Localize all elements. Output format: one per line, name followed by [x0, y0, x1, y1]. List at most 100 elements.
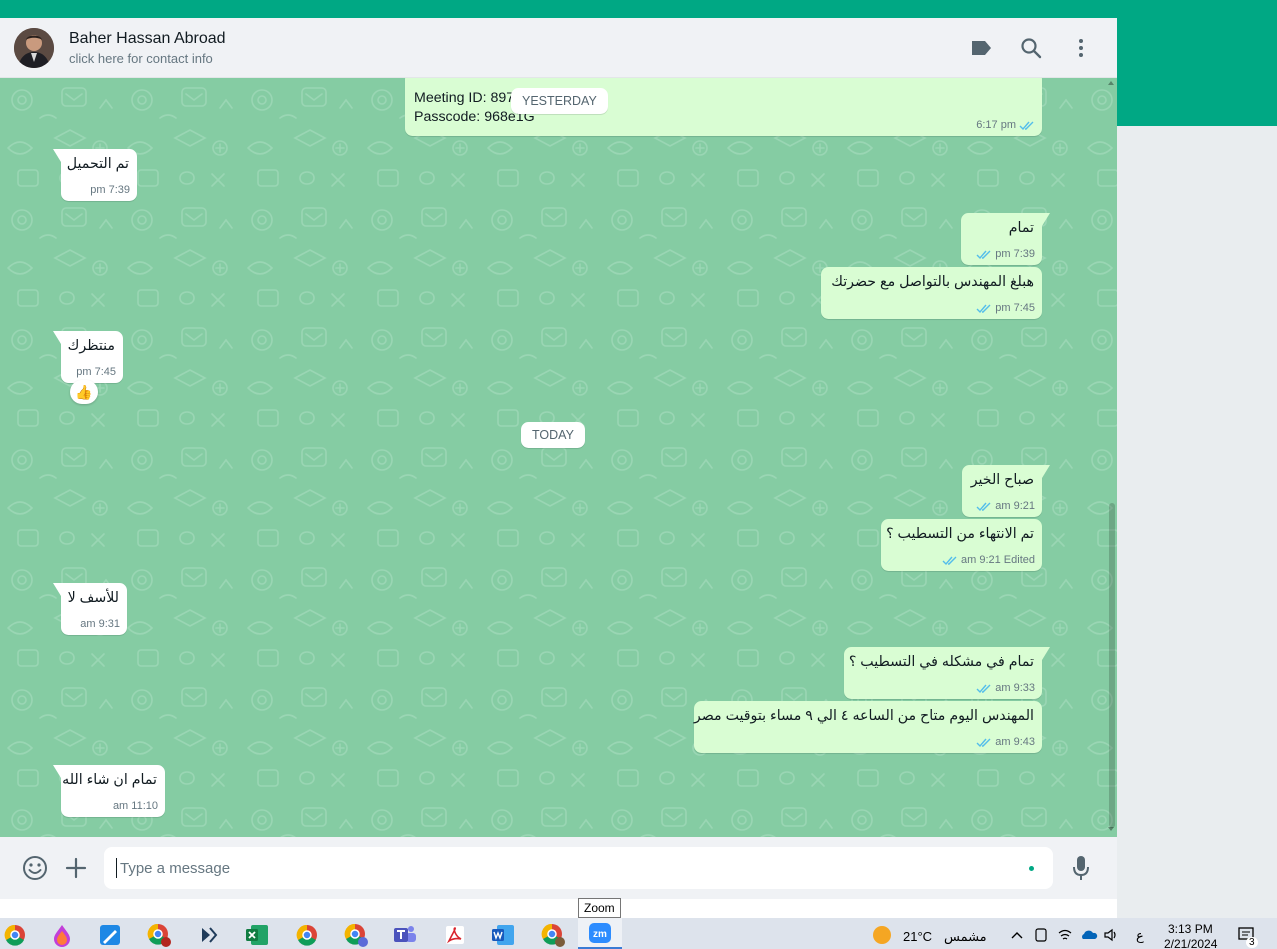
attach-plus-icon[interactable] — [63, 855, 89, 881]
message-time: 11:10 am — [112, 800, 158, 812]
wifi-icon[interactable] — [1052, 922, 1078, 948]
weather-label[interactable]: مشمس — [944, 929, 987, 945]
message-time: 9:33 am — [995, 682, 1035, 694]
word-icon[interactable] — [490, 922, 516, 948]
search-icon[interactable] — [1019, 36, 1043, 60]
message-meta: 9:33 am — [976, 681, 1035, 695]
teams-icon[interactable] — [392, 922, 418, 948]
chrome-icon[interactable] — [2, 922, 28, 948]
whatsapp-window: Baher Hassan Abroad click here for conta… — [0, 18, 1117, 899]
menu-icon[interactable] — [1069, 36, 1093, 60]
message-outgoing[interactable]: تمام في مشكله في التسطيب ؟ 9:33 am — [844, 647, 1050, 699]
read-ticks-icon — [976, 738, 991, 747]
message-text: صباح الخير — [970, 472, 1034, 488]
message-text: المهندس اليوم متاح من الساعه ٤ الي ٩ مسا… — [693, 708, 1034, 724]
message-time: 7:39 pm — [995, 248, 1035, 260]
message-time: 7:39 pm — [90, 184, 130, 196]
message-time: 9:31 am — [80, 618, 120, 630]
message-text: هبلغ المهندس بالتواصل مع حضرتك — [831, 274, 1034, 290]
message-incoming[interactable]: منتظرك 7:45 pm — [53, 331, 123, 383]
message-meta: 9:43 am — [976, 735, 1035, 749]
taskbar-tooltip: Zoom — [578, 898, 621, 918]
message-incoming[interactable]: تمام ان شاء الله 11:10 am — [53, 765, 165, 817]
device-icon[interactable] — [1028, 922, 1054, 948]
message-outgoing[interactable]: صباح الخير 9:21 am — [962, 465, 1050, 517]
paint-icon[interactable] — [49, 922, 75, 948]
message-text: Meeting ID: 897 — [414, 90, 515, 106]
edited-label: Edited — [1003, 554, 1035, 566]
chat-header[interactable]: Baher Hassan Abroad click here for conta… — [0, 18, 1117, 78]
chrome-profile-icon-2[interactable] — [343, 922, 369, 948]
contact-name[interactable]: Baher Hassan Abroad — [69, 30, 226, 48]
composer-bar — [0, 837, 1117, 899]
message-text: منتظرك — [67, 338, 115, 354]
screen: Baher Hassan Abroad click here for conta… — [0, 0, 1277, 949]
clock-date[interactable]: 2/21/2024 — [1164, 937, 1217, 949]
svg-text:zm: zm — [593, 929, 607, 940]
microphone-icon[interactable] — [1068, 855, 1094, 881]
message-time: 9:21 am — [961, 554, 1001, 566]
reaction-badge[interactable]: 👍 — [70, 380, 98, 404]
date-divider-today: TODAY — [521, 422, 585, 448]
message-time: 6:17 pm — [976, 119, 1016, 131]
read-ticks-icon — [976, 502, 991, 511]
read-ticks-icon — [976, 304, 991, 313]
message-text: تمام في مشكله في التسطيب ؟ — [848, 654, 1034, 670]
message-time: 9:21 am — [995, 500, 1035, 512]
excel-icon[interactable] — [244, 922, 270, 948]
weather-temperature[interactable]: 21°C — [903, 929, 932, 944]
message-incoming[interactable]: للأسف لا 9:31 am — [53, 583, 127, 635]
message-input[interactable] — [104, 847, 1053, 889]
message-time: 7:45 pm — [76, 366, 116, 378]
windows-taskbar: zm 21°C مشمس ع 3:13 PM 2/21/2024 3 — [0, 918, 1277, 949]
remote-arrows-icon[interactable] — [195, 922, 221, 948]
message-outgoing[interactable]: المهندس اليوم متاح من الساعه ٤ الي ٩ مسا… — [694, 701, 1042, 753]
input-language[interactable]: ع — [1136, 928, 1144, 944]
message-outgoing[interactable]: تمام 7:39 pm — [961, 213, 1050, 265]
scroll-down-arrow[interactable] — [1108, 827, 1114, 831]
notification-count-badge: 3 — [1246, 937, 1258, 948]
chat-scrollbar[interactable] — [1109, 503, 1115, 828]
message-time: 9:43 am — [995, 736, 1035, 748]
acrobat-icon[interactable] — [442, 922, 468, 948]
contact-info-hint[interactable]: click here for contact info — [69, 51, 213, 66]
message-meta: 9:21 am — [976, 499, 1035, 513]
message-meta: 11:10 am — [113, 799, 158, 813]
zoom-app-icon[interactable]: zm — [578, 918, 622, 949]
conversation-panel[interactable]: Meeting ID: 897 Passcode: 968e1G 6:17 pm… — [0, 78, 1117, 837]
message-text: للأسف لا — [67, 590, 119, 606]
message-time: 7:45 pm — [995, 302, 1035, 314]
photos-icon[interactable] — [97, 922, 123, 948]
message-text: تم التحميل — [66, 156, 129, 172]
label-icon[interactable] — [969, 36, 993, 60]
chrome-icon-2[interactable] — [294, 922, 320, 948]
clock-time[interactable]: 3:13 PM — [1168, 922, 1213, 936]
message-meta: 6:17 pm — [976, 118, 1035, 132]
message-outgoing[interactable]: Meeting ID: 897 Passcode: 968e1G 6:17 pm — [405, 78, 1042, 136]
message-incoming[interactable]: تم التحميل 7:39 pm — [53, 149, 137, 201]
message-meta: Edited 9:21 am — [942, 553, 1035, 567]
volume-icon[interactable] — [1098, 922, 1124, 948]
emoji-icon[interactable] — [22, 855, 48, 881]
chevron-up-icon[interactable] — [1004, 922, 1030, 948]
message-text: Passcode: 968e1G — [414, 109, 535, 125]
message-outgoing[interactable]: تم الانتهاء من التسطيب ؟ Edited 9:21 am — [881, 519, 1042, 571]
read-ticks-icon — [1019, 121, 1034, 130]
text-caret — [116, 858, 117, 878]
right-panel — [1117, 126, 1277, 918]
message-outgoing[interactable]: هبلغ المهندس بالتواصل مع حضرتك 7:45 pm — [821, 267, 1042, 319]
message-meta: 7:39 pm — [90, 183, 130, 197]
message-text: تم الانتهاء من التسطيب ؟ — [886, 526, 1034, 542]
message-text: تمام ان شاء الله — [62, 772, 157, 788]
message-meta: 7:45 pm — [76, 365, 116, 379]
scroll-up-arrow[interactable] — [1108, 81, 1114, 85]
chrome-profile-icon-3[interactable] — [540, 922, 566, 948]
message-meta: 7:39 pm — [976, 247, 1035, 261]
chrome-profile-icon[interactable] — [146, 922, 172, 948]
weather-sun-icon[interactable] — [869, 922, 895, 948]
read-ticks-icon — [976, 250, 991, 259]
contact-avatar[interactable] — [14, 28, 54, 68]
message-meta: 9:31 am — [80, 617, 120, 631]
date-divider-yesterday: YESTERDAY — [511, 88, 608, 114]
status-dot — [1029, 866, 1034, 871]
